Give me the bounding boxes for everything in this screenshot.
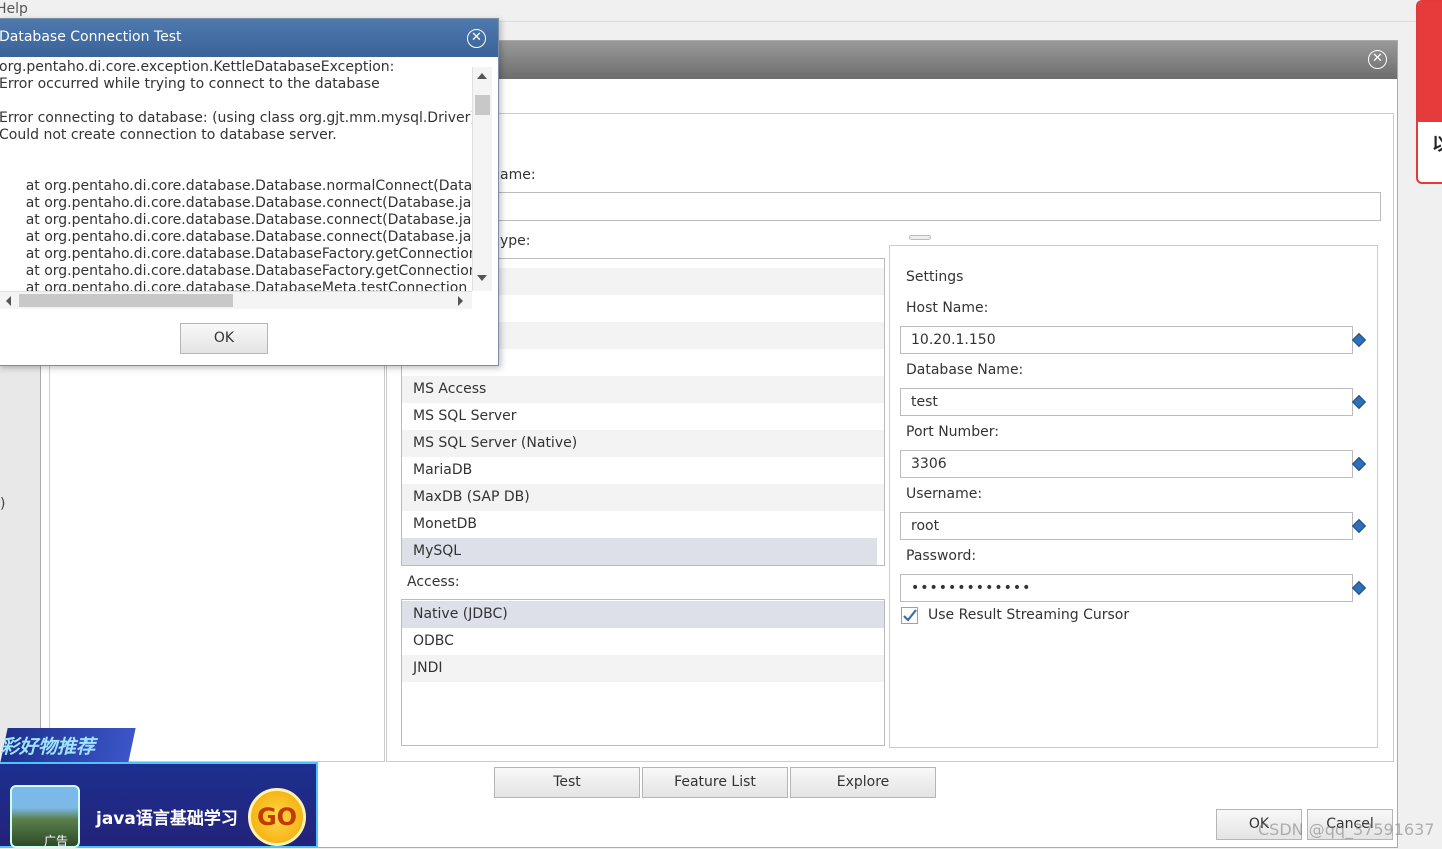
side-floating-tab[interactable]: 以 [1416,0,1442,184]
port-number-label: Port Number: [906,424,999,440]
connection-name-input[interactable] [498,192,1381,221]
close-icon[interactable]: ✕ [467,29,486,48]
watermark-text: CSDN @qq_37591637 [1258,820,1435,839]
access-type-list[interactable]: Native (JDBC) ODBC JNDI [401,599,885,746]
list-item-selected[interactable]: MySQL [402,538,877,565]
explore-button[interactable]: Explore [790,767,936,798]
streaming-cursor-label: Use Result Streaming Cursor [928,607,1130,623]
scroll-left-icon[interactable] [6,296,11,306]
list-item[interactable]: MS SQL Server (Native) [402,430,884,457]
error-line: at org.pentaho.di.core.database.Database… [25,178,472,194]
error-line: at org.pentaho.di.core.database.Database… [25,246,472,262]
ad-header-text: 彩好物推荐 [0,736,96,758]
background-text: ) [0,496,6,512]
list-item[interactable]: MariaDB [402,457,884,484]
error-ok-button[interactable]: OK [180,323,268,354]
database-name-input[interactable]: test [900,388,1353,416]
error-line: Error connecting to database: (using cla… [0,110,472,126]
scroll-down-icon[interactable] [477,275,487,281]
close-icon[interactable]: ✕ [1368,50,1387,69]
background-left-panel [0,360,45,750]
access-label: Access: [407,574,460,590]
menu-help[interactable]: Help [0,1,28,17]
error-line: at org.pentaho.di.core.database.Database… [0,195,472,211]
error-line: at org.pentaho.di.core.database.Database… [25,263,472,279]
host-name-input[interactable]: 10.20.1.150 [900,326,1353,354]
scroll-thumb[interactable] [475,95,490,115]
side-tab-text: 以 [1432,130,1442,156]
error-text-area[interactable]: org.pentaho.di.core.exception.KettleData… [0,57,472,291]
splitter-handle[interactable] [909,235,931,240]
error-line: at org.pentaho.di.core.database.Database… [0,229,472,245]
side-tab-red-band [1418,2,1442,122]
error-line: at org.pentaho.di.core.database.Database… [0,280,468,291]
error-dialog-titlebar: Database Connection Test ✕ [0,19,498,57]
error-line: Error occurred while trying to connect t… [0,76,380,92]
checkmark-icon [903,609,917,622]
scroll-thumb[interactable] [19,294,233,307]
vertical-scrollbar[interactable] [472,67,492,291]
list-item[interactable]: MS SQL Server [402,403,884,430]
error-line: org.pentaho.di.core.exception.KettleData… [0,59,395,75]
list-item[interactable]: MonetDB [402,511,884,538]
list-item-selected[interactable]: Native (JDBC) [402,601,884,628]
list-item[interactable]: MaxDB (SAP DB) [402,484,884,511]
ad-label: 广告 [44,834,69,848]
scroll-up-icon[interactable] [477,73,487,79]
list-item[interactable]: MS Access [402,376,884,403]
feature-list-button[interactable]: Feature List [642,767,788,798]
scroll-right-icon[interactable] [458,296,463,306]
database-name-label: Database Name: [906,362,1024,378]
ad-go-button[interactable]: GO [248,788,306,846]
list-item[interactable]: ODBC [402,628,884,655]
error-line: at org.pentaho.di.core.database.Database… [0,212,472,228]
connection-category-panel [49,341,385,762]
error-dialog-title: Database Connection Test [0,29,182,45]
password-label: Password: [906,548,977,564]
username-label: Username: [906,486,983,502]
list-item[interactable]: JNDI [402,655,884,682]
settings-title: Settings [906,269,964,285]
ad-text[interactable]: java语言基础学习 [96,804,238,829]
connection-name-label: ame: [500,167,536,183]
connection-type-label: ype: [500,233,531,249]
host-name-label: Host Name: [906,300,989,316]
horizontal-scrollbar[interactable] [0,291,472,309]
test-button[interactable]: Test [494,767,640,798]
error-line: Could not create connection to database … [0,127,337,143]
username-input[interactable]: root [900,512,1353,540]
password-input[interactable]: ••••••••••••• [900,574,1353,602]
port-number-input[interactable]: 3306 [900,450,1353,478]
streaming-cursor-checkbox[interactable] [901,607,918,624]
connection-test-error-dialog: Database Connection Test ✕ org.pentaho.d… [0,18,499,366]
